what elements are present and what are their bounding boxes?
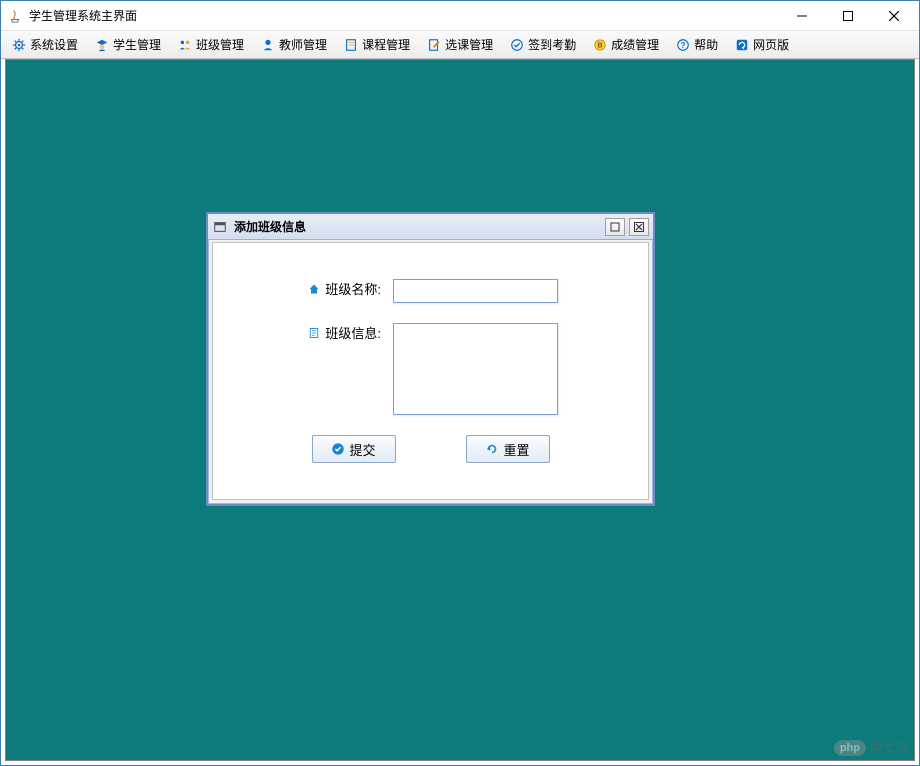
- toolbar-teacher-management[interactable]: 教师管理: [254, 34, 333, 55]
- reset-icon: [485, 442, 499, 456]
- titlebar: 学生管理系统主界面: [1, 1, 919, 31]
- toolbar-label: 帮助: [694, 36, 718, 53]
- class-info-row: 班级信息:: [243, 323, 618, 415]
- class-name-row: 班级名称:: [243, 279, 618, 303]
- class-info-label-text: 班级信息:: [325, 323, 381, 342]
- toolbar-label: 班级管理: [196, 36, 244, 53]
- submit-button[interactable]: 提交: [312, 435, 396, 463]
- toolbar-grade-management[interactable]: B 成绩管理: [586, 34, 665, 55]
- course-icon: [343, 37, 359, 53]
- add-class-dialog: 添加班级信息 班级名称:: [206, 212, 655, 506]
- toolbar-web-version[interactable]: 网页版: [728, 34, 795, 55]
- svg-text:B: B: [598, 42, 603, 49]
- class-name-input[interactable]: [393, 279, 558, 303]
- dialog-maximize-button[interactable]: [605, 218, 625, 236]
- reset-label: 重置: [503, 440, 529, 459]
- toolbar-label: 成绩管理: [611, 36, 659, 53]
- class-info-label: 班级信息:: [273, 323, 393, 342]
- watermark-badge: php: [834, 740, 866, 756]
- minimize-button[interactable]: [779, 2, 825, 30]
- toolbar-label: 课程管理: [362, 36, 410, 53]
- check-icon: [331, 442, 345, 456]
- submit-label: 提交: [349, 440, 375, 459]
- watermark-text: 中文网: [870, 738, 909, 757]
- toolbar-label: 学生管理: [113, 36, 161, 53]
- window-icon: [212, 219, 228, 235]
- close-button[interactable]: [871, 2, 917, 30]
- window-title: 学生管理系统主界面: [29, 7, 779, 24]
- main-toolbar: 系统设置 学生管理 班级管理 教师管理 课程管理: [1, 31, 919, 59]
- toolbar-label: 选课管理: [445, 36, 493, 53]
- desktop-area: 添加班级信息 班级名称:: [5, 59, 915, 761]
- class-info-textarea[interactable]: [393, 323, 558, 415]
- maximize-button[interactable]: [825, 2, 871, 30]
- dialog-controls: [605, 218, 649, 236]
- teacher-icon: [260, 37, 276, 53]
- toolbar-label: 教师管理: [279, 36, 327, 53]
- select-course-icon: [426, 37, 442, 53]
- attendance-icon: [509, 37, 525, 53]
- watermark: php 中文网: [834, 738, 909, 757]
- document-icon: [307, 326, 321, 340]
- class-icon: [177, 37, 193, 53]
- toolbar-help[interactable]: ? 帮助: [669, 34, 724, 55]
- help-icon: ?: [675, 37, 691, 53]
- dialog-button-row: 提交 重置: [243, 435, 618, 463]
- toolbar-course-management[interactable]: 课程管理: [337, 34, 416, 55]
- gear-icon: [11, 37, 27, 53]
- web-icon: [734, 37, 750, 53]
- main-window: 学生管理系统主界面 系统设置: [0, 0, 920, 766]
- reset-button[interactable]: 重置: [466, 435, 550, 463]
- dialog-titlebar[interactable]: 添加班级信息: [208, 214, 653, 240]
- grade-icon: B: [592, 37, 608, 53]
- java-app-icon: [7, 8, 23, 24]
- toolbar-student-management[interactable]: 学生管理: [88, 34, 167, 55]
- toolbar-attendance[interactable]: 签到考勤: [503, 34, 582, 55]
- dialog-title: 添加班级信息: [234, 218, 605, 235]
- class-name-label-text: 班级名称:: [325, 279, 381, 298]
- dialog-close-button[interactable]: [629, 218, 649, 236]
- svg-text:?: ?: [681, 41, 686, 50]
- toolbar-label: 系统设置: [30, 36, 78, 53]
- toolbar-label: 签到考勤: [528, 36, 576, 53]
- toolbar-select-course-management[interactable]: 选课管理: [420, 34, 499, 55]
- class-name-label: 班级名称:: [273, 279, 393, 298]
- home-icon: [307, 282, 321, 296]
- dialog-content: 班级名称: 班级信息:: [212, 242, 649, 500]
- toolbar-system-settings[interactable]: 系统设置: [5, 34, 84, 55]
- toolbar-class-management[interactable]: 班级管理: [171, 34, 250, 55]
- window-controls: [779, 1, 917, 30]
- student-icon: [94, 37, 110, 53]
- toolbar-label: 网页版: [753, 36, 789, 53]
